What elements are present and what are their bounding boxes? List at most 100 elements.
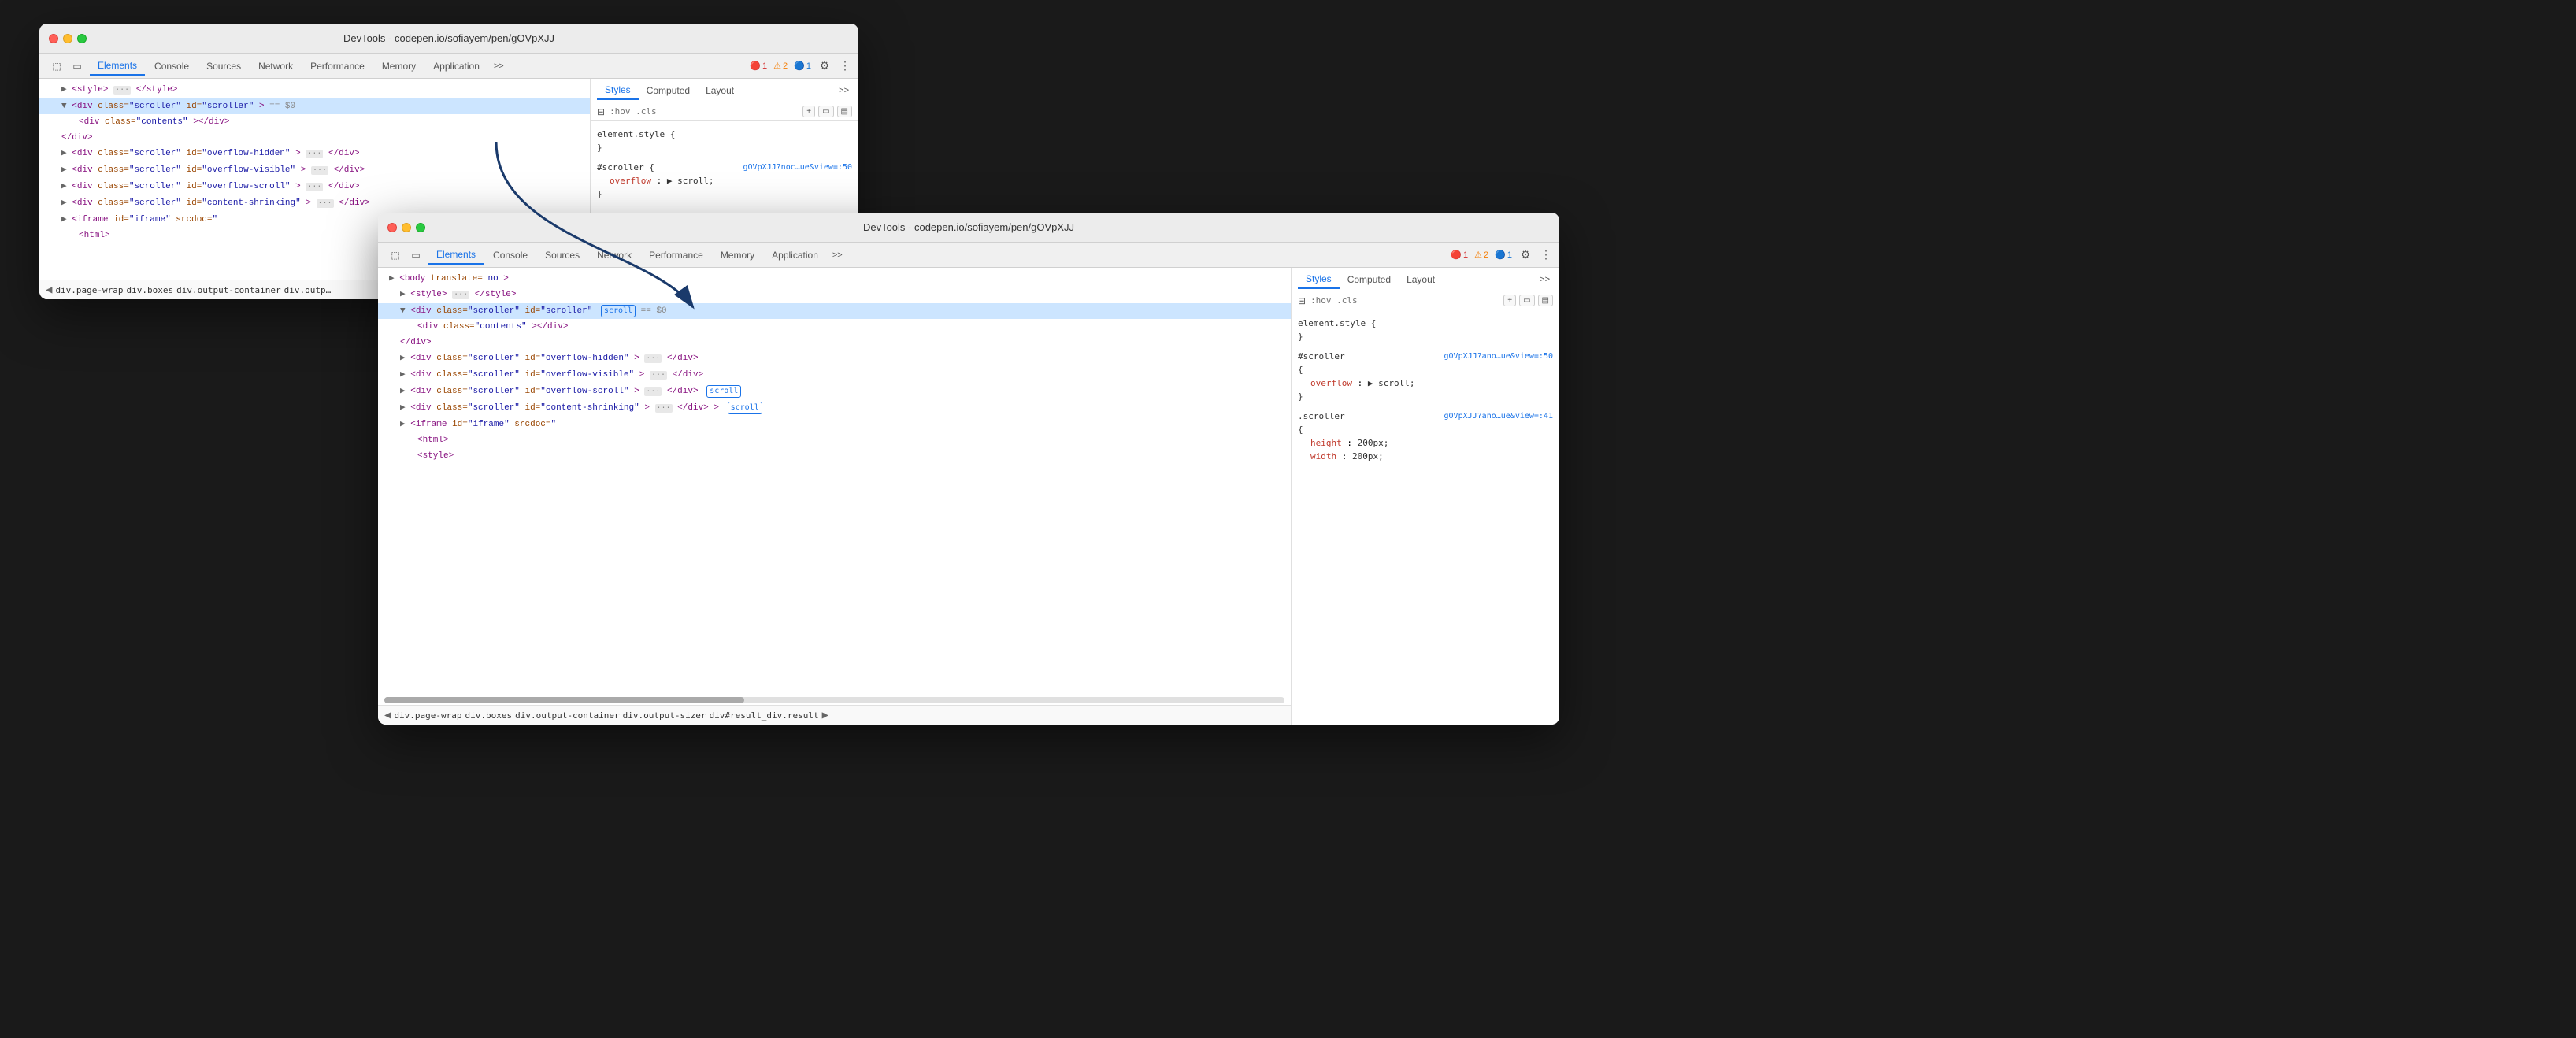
scroll-badge-selected: scroll [601,305,636,317]
breadcrumb-prev-2[interactable]: ◀ [384,709,391,721]
tab-network-2[interactable]: Network [589,247,639,264]
minimize-button-2[interactable] [402,223,411,232]
breadcrumb-item-2[interactable]: div.output-container [515,710,619,721]
tab-styles-2[interactable]: Styles [1298,270,1340,289]
cls-button-2[interactable]: ▭ [1519,295,1534,306]
scrollbar-2[interactable] [384,697,1284,703]
dom-line: ▶ <div class="scroller" id="overflow-hid… [39,146,590,162]
tab-bar-2: ⬚ ▭ Elements Console Sources Network Per… [378,243,1559,268]
tab-network-1[interactable]: Network [250,57,301,75]
more-options-icon-2[interactable]: ⋮ [1539,248,1553,262]
hov-button-1[interactable]: + [802,106,815,117]
tab-application-1[interactable]: Application [425,57,487,75]
css-selector: element.style { [597,129,675,139]
css-origin-2[interactable]: gOVpXJJ?ano…ue&view=:50 [1444,350,1553,363]
styles-tab-more-1[interactable]: >> [836,83,852,98]
dom-line: ▶ <div class="scroller" id="overflow-scr… [378,384,1291,400]
dom-line: <div class="contents" ></div> [378,319,1291,335]
breadcrumb-item-2[interactable]: div.page-wrap [394,710,461,721]
tab-computed-1[interactable]: Computed [639,82,698,99]
close-button-1[interactable] [49,34,58,43]
tab-elements-1[interactable]: Elements [90,57,145,76]
titlebar-2: DevTools - codepen.io/sofiayem/pen/gOVpX… [378,213,1559,243]
tab-layout-1[interactable]: Layout [698,82,742,99]
filter-input-2[interactable] [1310,295,1499,306]
warning-badge-1: ⚠ 2 [773,61,788,71]
css-selector-2: #scroller [1298,350,1345,363]
dom-line-selected: ▼ <div class="scroller" id="scroller" > … [39,98,590,114]
breadcrumb-item[interactable]: div.boxes [127,285,174,295]
tab-more-1[interactable]: >> [489,58,509,74]
css-rule-scroller-class: .scroller gOVpXJJ?ano…ue&view=:41 { heig… [1298,410,1553,463]
tab-more-2[interactable]: >> [828,247,847,263]
breadcrumb-next-2[interactable]: ▶ [822,709,828,721]
css-origin-3[interactable]: gOVpXJJ?ano…ue&view=:41 [1444,410,1553,423]
window-title-2: DevTools - codepen.io/sofiayem/pen/gOVpX… [863,221,1074,233]
filter-bar-2: ⊟ + ▭ ▤ [1292,291,1559,310]
tab-sources-1[interactable]: Sources [198,57,249,75]
breadcrumb-item[interactable]: div.outp… [284,285,332,295]
tab-console-2[interactable]: Console [485,247,536,264]
filter-input-1[interactable] [610,106,798,117]
dom-line: ▶ <div class="scroller" id="overflow-vis… [378,367,1291,384]
error-icon: 🔴 [750,61,761,71]
elements-content-2[interactable]: ▶ <body translate= no > ▶ <style> ··· </… [378,268,1291,695]
more-options-icon[interactable]: ⋮ [838,59,852,73]
close-button-2[interactable] [387,223,397,232]
css-property-2: overflow [1310,378,1352,388]
warning-badge-2: ⚠ 2 [1474,250,1488,260]
hov-button-2[interactable]: + [1503,295,1516,306]
tab-styles-1[interactable]: Styles [597,81,639,100]
tab-memory-2[interactable]: Memory [713,247,762,264]
tab-performance-1[interactable]: Performance [302,57,373,75]
maximize-button-2[interactable] [416,223,425,232]
tab-sources-2[interactable]: Sources [537,247,587,264]
tab-memory-1[interactable]: Memory [374,57,424,75]
dom-line: <div class="contents" ></div> [39,114,590,130]
settings-icon-2[interactable]: ⚙ [1518,248,1533,262]
css-rule-element-style: element.style { } [597,128,852,154]
new-rule-button-1[interactable]: ▤ [837,106,852,117]
filter-icon: ⊟ [597,106,605,117]
info-badge-1: 🔵 1 [794,61,811,71]
dom-line: ▶ <style> ··· </style> [378,287,1291,303]
dom-line: </div> [378,335,1291,350]
cursor-icon[interactable]: ⬚ [49,58,65,74]
dom-line: ▶ <div class="scroller" id="content-shri… [39,195,590,212]
dom-line: ▶ <div class="scroller" id="overflow-vis… [39,162,590,179]
scroll-badge-content-shrinking: scroll [728,402,762,414]
breadcrumb-item-2[interactable]: div.boxes [465,710,513,721]
breadcrumb-item-2[interactable]: div.output-sizer [623,710,706,721]
tab-application-2[interactable]: Application [764,247,826,264]
toolbar-icons-1: ⬚ ▭ [46,58,88,74]
new-rule-button-2[interactable]: ▤ [1538,295,1553,306]
css-brace: } [597,143,602,153]
breadcrumb-item[interactable]: div.output-container [176,285,280,295]
device-icon[interactable]: ▭ [69,58,85,74]
cls-button-1[interactable]: ▭ [818,106,833,117]
breadcrumb-bar-2: ◀ div.page-wrap div.boxes div.output-con… [378,705,1291,725]
tab-elements-2[interactable]: Elements [428,246,484,265]
tab-console-1[interactable]: Console [146,57,197,75]
css-property-3: height [1310,438,1342,448]
cursor-icon-2[interactable]: ⬚ [387,247,403,263]
dom-line: ▶ <style> ··· </style> [39,82,590,98]
css-selector-2: element.style { [1298,318,1376,328]
info-icon-2: 🔵 [1495,250,1506,260]
styles-tab-more-2[interactable]: >> [1536,272,1553,287]
tab-computed-2[interactable]: Computed [1340,271,1399,288]
css-origin[interactable]: gOVpXJJ?noc…ue&view=:50 [743,161,852,174]
error-badge-1: 🔴 1 [750,61,767,71]
breadcrumb-prev[interactable]: ◀ [46,284,52,296]
maximize-button-1[interactable] [77,34,87,43]
styles-content-2: element.style { } #scroller gOVpXJJ?ano…… [1292,310,1559,725]
css-value-2: ▶ scroll; [1368,378,1415,388]
css-selector: #scroller { [597,162,654,172]
tab-performance-2[interactable]: Performance [641,247,711,264]
minimize-button-1[interactable] [63,34,72,43]
breadcrumb-item-2[interactable]: div#result_div.result [710,710,819,721]
settings-icon[interactable]: ⚙ [817,59,832,73]
device-icon-2[interactable]: ▭ [408,247,424,263]
tab-layout-2[interactable]: Layout [1399,271,1443,288]
breadcrumb-item[interactable]: div.page-wrap [55,285,123,295]
